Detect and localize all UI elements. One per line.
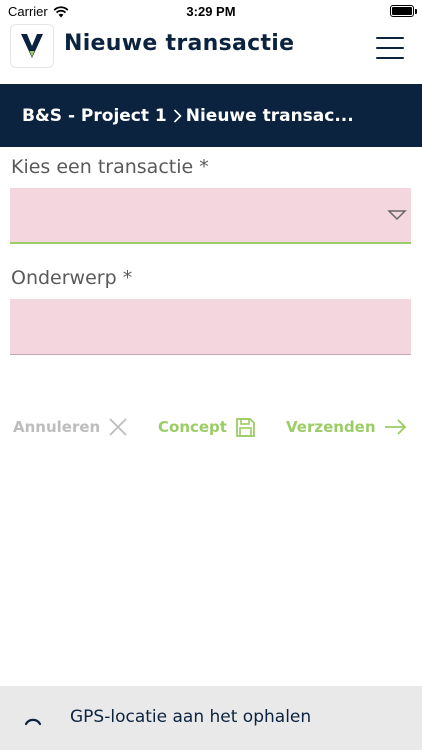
breadcrumb-project[interactable]: B&S - Project 1 [22,106,167,126]
hamburger-menu-button[interactable] [372,34,408,62]
form-actions: Annuleren Concept Verzenden [0,412,422,442]
close-icon [109,418,127,436]
subject-input[interactable] [10,299,411,355]
dropdown-triangle-icon [387,210,407,221]
clock: 3:29 PM [186,4,236,19]
send-label: Verzenden [286,418,376,436]
save-concept-button[interactable]: Concept [158,412,256,442]
menu-bar [376,47,404,49]
send-button[interactable]: Verzenden [286,412,408,442]
chevron-right-icon [173,108,182,124]
loading-spinner-icon [24,718,42,726]
gps-status-bar: GPS-locatie aan het ophalen [0,686,422,750]
cancel-button[interactable]: Annuleren [13,412,128,442]
gps-status-text: GPS-locatie aan het ophalen [70,707,312,727]
page-title: Nieuwe transactie [64,31,295,56]
arrow-right-icon [384,419,406,435]
floppy-disk-icon [236,417,255,437]
menu-bar [376,37,404,39]
app-bar: Nieuwe transactie [0,22,422,84]
cancel-label: Annuleren [13,418,101,436]
breadcrumb: B&S - Project 1 Nieuwe transac... [0,84,422,147]
subject-label: Onderwerp * [11,267,133,289]
concept-label: Concept [158,418,227,436]
breadcrumb-current: Nieuwe transac... [185,105,354,126]
menu-bar [376,57,404,59]
battery-icon [390,5,417,17]
logo-v-icon [21,34,43,58]
app-logo [10,24,54,68]
status-bar: Carrier 3:29 PM [0,0,422,22]
transaction-select[interactable] [10,188,411,244]
transaction-label: Kies een transactie * [11,156,209,178]
